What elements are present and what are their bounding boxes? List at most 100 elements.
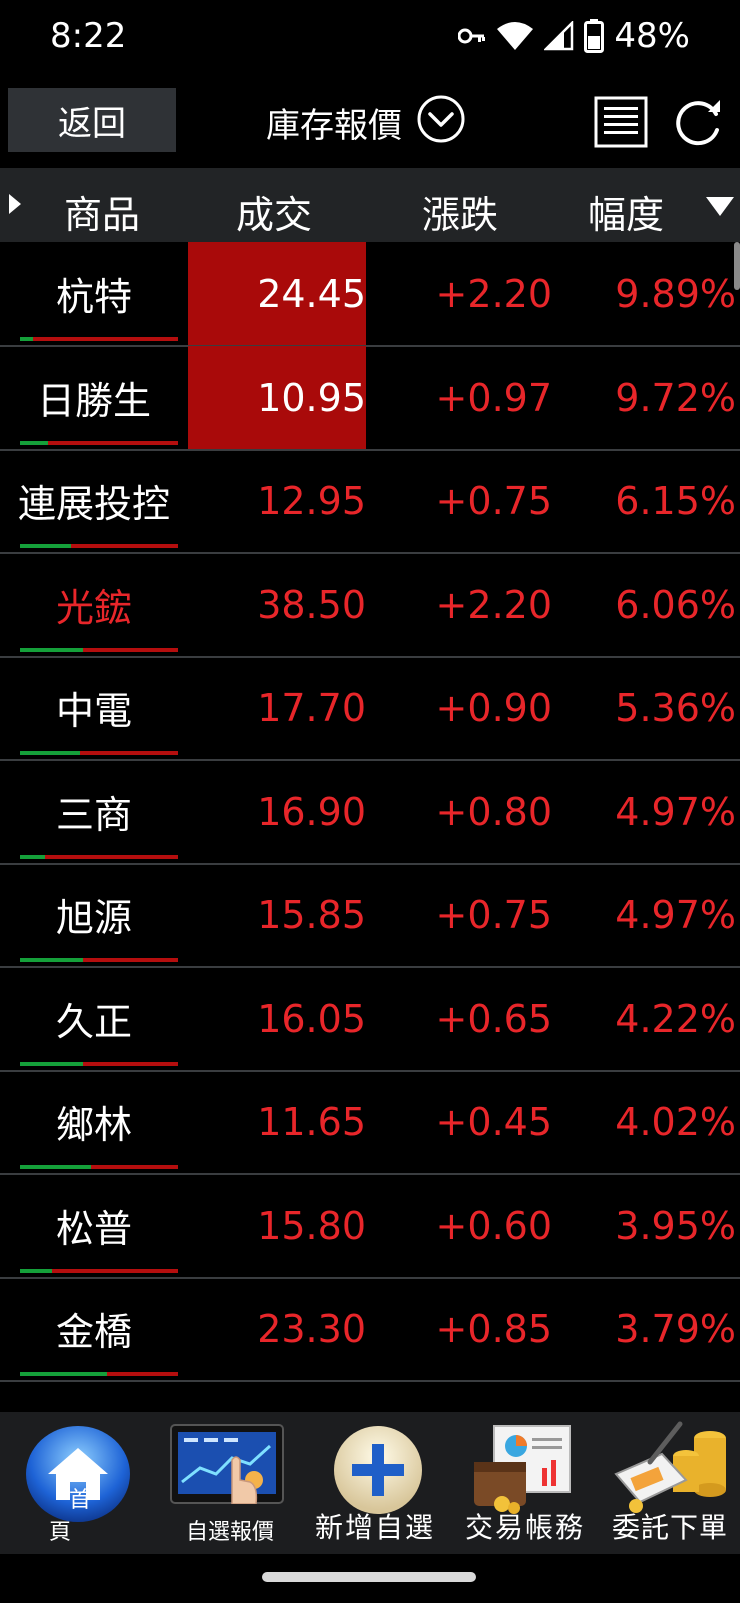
- gesture-bar: [0, 1554, 740, 1603]
- change-percent: 3.79%: [615, 1306, 736, 1351]
- refresh-icon[interactable]: [672, 96, 724, 148]
- volume-ratio-green: [20, 441, 49, 445]
- stock-name: 旭源: [55, 896, 132, 940]
- wifi-icon: [497, 22, 534, 50]
- change-percent: 4.22%: [615, 996, 736, 1041]
- table-row[interactable]: 旭源 15.85 +0.75 4.97%: [0, 863, 740, 968]
- key-icon: [458, 28, 486, 44]
- price-change: +0.75: [435, 892, 552, 937]
- last-price: 11.65: [257, 1099, 366, 1144]
- column-header-percent[interactable]: 幅度: [588, 184, 664, 239]
- price-change: +2.20: [435, 271, 552, 316]
- last-price: 24.45: [188, 242, 366, 345]
- volume-ratio-green: [20, 1372, 107, 1376]
- last-price: 16.90: [257, 789, 366, 834]
- volume-ratio-bar: [20, 958, 178, 962]
- status-icons: 48%: [458, 16, 690, 56]
- change-percent: 9.89%: [615, 271, 736, 316]
- table-row[interactable]: 鄉林 11.65 +0.45 4.02%: [0, 1070, 740, 1175]
- nav-account[interactable]: 交易帳務: [450, 1412, 600, 1554]
- change-percent: 4.97%: [615, 892, 736, 937]
- volume-ratio-green: [20, 648, 84, 652]
- stock-name: 金橋: [55, 1310, 132, 1354]
- volume-ratio-bar: [20, 1269, 178, 1273]
- nav-account-label: 交易帳務: [464, 1511, 585, 1544]
- tablet-chart-icon: [170, 1424, 284, 1504]
- last-price: 15.85: [257, 892, 366, 937]
- table-row[interactable]: 三商 16.90 +0.80 4.97%: [0, 760, 740, 865]
- nav-add-watchlist-label: 新增自選: [314, 1511, 435, 1544]
- column-header-product[interactable]: 商品: [64, 184, 140, 239]
- nav-home[interactable]: 首頁: [10, 1412, 150, 1554]
- change-percent: 9.72%: [615, 375, 736, 420]
- table-row[interactable]: 日勝生 10.95 +0.97 9.72%: [0, 346, 740, 451]
- scrollbar[interactable]: [734, 242, 740, 290]
- change-percent: 6.06%: [615, 582, 736, 627]
- list-icon[interactable]: [594, 96, 648, 148]
- stock-name: 光鋐: [55, 586, 132, 630]
- volume-ratio-bar: [20, 441, 178, 445]
- stock-name: 鄉林: [55, 1103, 132, 1147]
- table-row[interactable]: 連展投控 12.95 +0.75 6.15%: [0, 449, 740, 554]
- table-row[interactable]: 金橋 23.30 +0.85 3.79%: [0, 1277, 740, 1382]
- title-bar: 返回 庫存報價: [0, 76, 740, 168]
- volume-ratio-bar: [20, 648, 178, 652]
- nav-watchlist-label: 自選報價: [185, 1520, 274, 1545]
- table-row[interactable]: 久正 16.05 +0.65 4.22%: [0, 967, 740, 1072]
- column-header-change[interactable]: 漲跌: [422, 184, 498, 239]
- volume-ratio-green: [20, 1165, 92, 1169]
- stock-name: 久正: [55, 1000, 132, 1044]
- gesture-handle[interactable]: [262, 1572, 476, 1582]
- last-price: 15.80: [257, 1203, 366, 1248]
- last-price: 12.95: [257, 478, 366, 523]
- table-row[interactable]: 松普 15.80 +0.60 3.95%: [0, 1174, 740, 1279]
- status-time: 8:22: [50, 16, 127, 56]
- price-change: +0.80: [435, 789, 552, 834]
- change-percent: 4.02%: [615, 1099, 736, 1144]
- volume-ratio-bar: [20, 855, 178, 859]
- nav-add-watchlist[interactable]: 新增自選: [300, 1412, 450, 1554]
- nav-order[interactable]: 委託下單: [600, 1412, 740, 1554]
- battery-icon: [584, 19, 605, 53]
- price-change: +0.45: [435, 1099, 552, 1144]
- table-row[interactable]: 杭特 24.45 +2.20 9.89%: [0, 242, 740, 347]
- table-row[interactable]: 中電 17.70 +0.90 5.36%: [0, 656, 740, 761]
- stock-name: 杭特: [55, 275, 132, 319]
- last-price: 17.70: [257, 685, 366, 730]
- expand-right-icon[interactable]: [6, 192, 24, 216]
- stock-name: 三商: [55, 793, 132, 837]
- sort-down-icon[interactable]: [704, 194, 736, 218]
- battery-percent: 48%: [614, 16, 690, 56]
- quote-list[interactable]: 杭特 24.45 +2.20 9.89% 日勝生 10.95 +0.97 9.72% 連展投控 1…: [0, 242, 740, 1412]
- volume-ratio-bar: [20, 1372, 178, 1376]
- stock-name: 日勝生: [36, 379, 151, 423]
- change-percent: 6.15%: [615, 478, 736, 523]
- last-price: 38.50: [257, 582, 366, 627]
- table-row[interactable]: 光鋐 38.50 +2.20 6.06%: [0, 553, 740, 658]
- volume-ratio-bar: [20, 544, 178, 548]
- nav-watchlist[interactable]: 自選報價: [170, 1412, 290, 1554]
- column-header-price[interactable]: 成交: [236, 184, 312, 239]
- change-percent: 5.36%: [615, 685, 736, 730]
- price-change: +0.85: [435, 1306, 552, 1351]
- volume-ratio-bar: [20, 337, 178, 341]
- nav-order-label: 委託下單: [611, 1511, 728, 1544]
- volume-ratio-green: [20, 1062, 84, 1066]
- wallet-report-icon: [474, 1425, 571, 1514]
- column-header: 商品 成交 漲跌 幅度: [0, 168, 740, 242]
- volume-ratio-bar: [20, 751, 178, 755]
- volume-ratio-green: [20, 337, 33, 341]
- volume-ratio-green: [20, 544, 71, 548]
- stock-name: 連展投控: [17, 482, 170, 526]
- back-button[interactable]: 返回: [8, 88, 176, 152]
- chevron-down-icon[interactable]: [416, 94, 466, 144]
- volume-ratio-bar: [20, 1165, 178, 1169]
- page-title[interactable]: 庫存報價: [266, 98, 402, 147]
- volume-ratio-green: [20, 751, 81, 755]
- price-change: +0.65: [435, 996, 552, 1041]
- price-change: +0.97: [435, 375, 552, 420]
- stock-name: 中電: [55, 689, 132, 733]
- last-price: 10.95: [188, 346, 366, 449]
- signal-icon: [544, 21, 574, 51]
- bottom-nav: 首頁 自選報價 新增自選 交易帳務 委託下單: [0, 1412, 740, 1554]
